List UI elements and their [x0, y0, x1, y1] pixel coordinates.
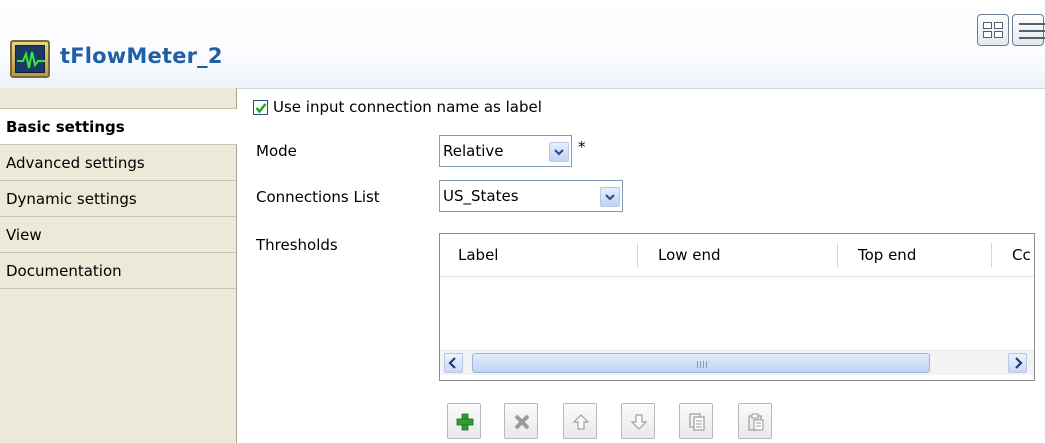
column-header-low-end[interactable]: Low end [658, 246, 721, 264]
flow-meter-icon [10, 40, 50, 78]
scrollbar-thumb[interactable] [472, 353, 930, 373]
column-divider [837, 243, 838, 267]
copy-button[interactable] [679, 403, 713, 439]
nav-item-documentation[interactable]: Documentation [0, 253, 236, 289]
connections-list-value: US_States [443, 187, 519, 205]
grid-layout-icon[interactable] [977, 14, 1009, 46]
required-marker: * [578, 138, 586, 156]
column-divider [991, 243, 992, 267]
mode-select[interactable]: Relative [439, 135, 572, 167]
scroll-left-icon[interactable] [444, 353, 463, 373]
horizontal-scrollbar[interactable] [440, 350, 1034, 375]
scroll-right-icon[interactable] [1008, 353, 1027, 373]
move-down-button[interactable] [621, 403, 655, 439]
add-row-button[interactable] [447, 403, 481, 439]
paste-button[interactable] [738, 403, 772, 439]
remove-icon [514, 414, 530, 430]
checkmark-icon [255, 102, 267, 113]
nav-item-basic-settings[interactable]: Basic settings [0, 109, 237, 145]
chevron-down-icon[interactable] [549, 142, 569, 162]
paste-icon [748, 413, 764, 431]
settings-nav: Basic settings Advanced settings Dynamic… [0, 88, 237, 443]
remove-row-button[interactable] [504, 403, 538, 439]
chevron-down-icon[interactable] [600, 187, 620, 207]
add-icon [456, 413, 474, 431]
use-input-label-checkbox[interactable] [253, 99, 268, 115]
thresholds-table[interactable]: Label Low end Top end Cc [439, 233, 1035, 381]
nav-item-view[interactable]: View [0, 217, 236, 253]
mode-value: Relative [443, 142, 504, 160]
column-header-cc[interactable]: Cc [1012, 246, 1031, 264]
nav-top-strip [0, 88, 236, 109]
component-header: tFlowMeter_2 [0, 0, 1045, 89]
use-input-label-row[interactable]: Use input connection name as label [253, 96, 542, 118]
nav-item-dynamic-settings[interactable]: Dynamic settings [0, 181, 236, 217]
use-input-label-text: Use input connection name as label [273, 98, 542, 116]
move-up-button[interactable] [563, 403, 597, 439]
component-title: tFlowMeter_2 [60, 44, 223, 68]
nav-item-advanced-settings[interactable]: Advanced settings [0, 145, 236, 181]
table-header: Label Low end Top end Cc [440, 234, 1034, 277]
move-down-icon [630, 414, 648, 430]
thresholds-label: Thresholds [256, 236, 338, 254]
list-layout-icon[interactable] [1012, 14, 1045, 46]
column-divider [637, 243, 638, 267]
mode-label: Mode [256, 142, 297, 160]
move-up-icon [572, 414, 590, 430]
column-header-top-end[interactable]: Top end [858, 246, 916, 264]
copy-icon [689, 413, 705, 431]
connections-list-select[interactable]: US_States [439, 180, 623, 212]
column-header-label[interactable]: Label [458, 246, 498, 264]
connections-list-label: Connections List [256, 188, 380, 206]
